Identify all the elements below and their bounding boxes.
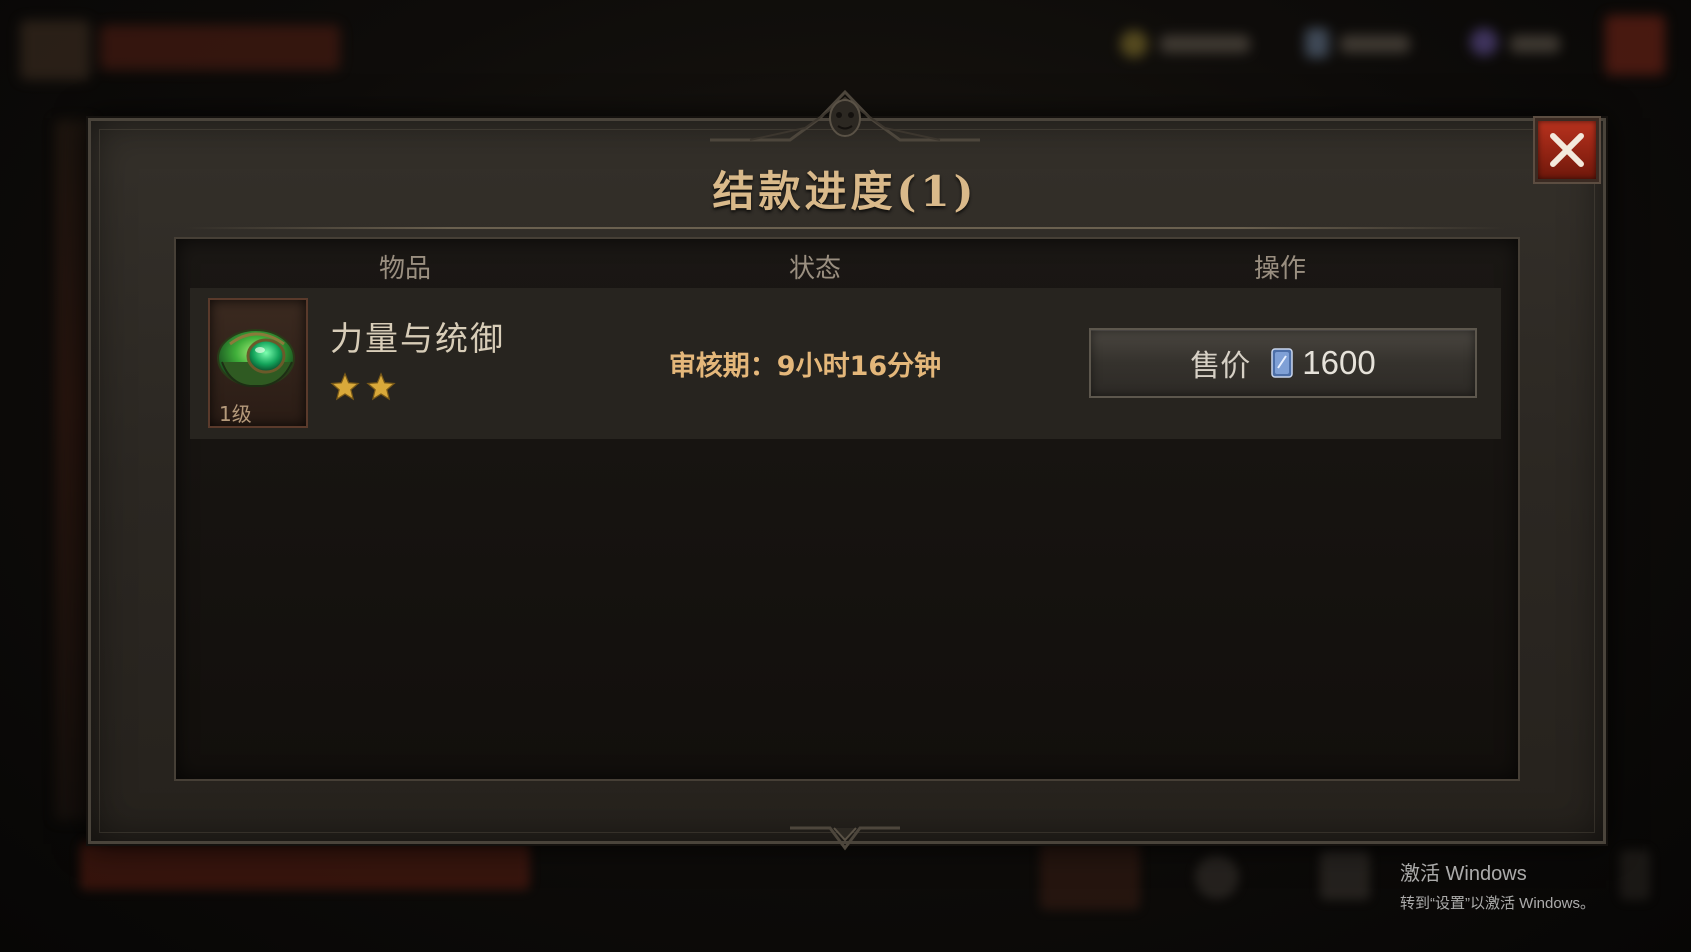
close-icon <box>1550 133 1584 167</box>
watermark-title: 激活 Windows <box>1400 863 1527 885</box>
close-button[interactable] <box>1535 118 1599 182</box>
dialog-title: 结款进度(1) <box>712 167 978 216</box>
column-header-action: 操作 <box>1253 254 1306 284</box>
item-level: 1级 <box>219 402 252 426</box>
watermark-subtitle: 转到“设置”以激活 Windows。 <box>1400 895 1596 912</box>
title-divider <box>185 227 1505 229</box>
review-status-text: 审核期：9小时16分钟 <box>668 351 942 382</box>
price-button[interactable]: 售价 1600 <box>1089 328 1477 398</box>
game-scene: 结款进度(1) 物品 状态 操作 1级 力量与统御 审核期：9小时16分钟 售价… <box>0 0 1691 952</box>
column-header-item: 物品 <box>378 254 431 284</box>
item-name: 力量与统御 <box>330 319 505 358</box>
item-star-rating <box>330 372 410 408</box>
ornament-crest-icon <box>710 89 980 142</box>
column-header-status: 状态 <box>788 254 841 284</box>
windows-activation-watermark: 激活 Windows 转到“设置”以激活 Windows。 <box>1400 857 1690 917</box>
platinum-card-icon <box>1271 348 1294 378</box>
price-value: 1600 <box>1302 344 1376 381</box>
star-icon <box>366 372 396 401</box>
green-gem-helm-icon <box>217 329 295 387</box>
price-label: 售价 <box>1190 349 1251 384</box>
background-top-hud <box>0 0 1691 100</box>
star-icon <box>330 372 360 401</box>
ornament-bottom-icon <box>790 826 900 851</box>
